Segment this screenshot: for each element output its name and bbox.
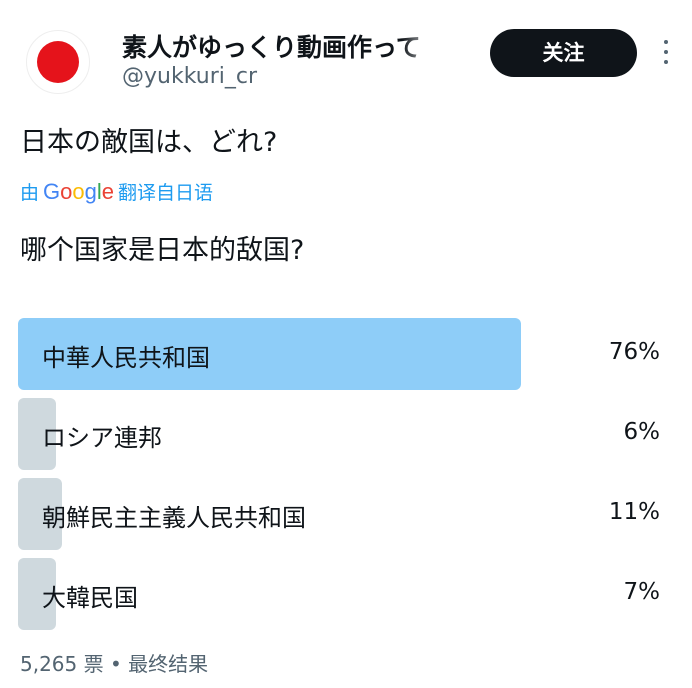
poll-option: 朝鮮民主主義人民共和国 11% [18, 478, 668, 550]
poll-option: 中華人民共和国 76% [18, 318, 668, 390]
poll-option-label: 朝鮮民主主義人民共和国 [42, 504, 306, 532]
poll-option-percent: 11% [608, 499, 660, 525]
poll-status: 最终结果 [128, 652, 209, 676]
tweet-header: 素人がゆっくり動画作って @yukkuri_cr 关注 [0, 0, 692, 110]
translation-attribution[interactable]: 由 Google 翻译自日语 [20, 178, 213, 205]
more-options-icon[interactable] [662, 40, 670, 66]
poll-option-label: 中華人民共和国 [42, 344, 210, 372]
avatar[interactable] [26, 30, 90, 94]
author-handle[interactable]: @yukkuri_cr [122, 64, 257, 89]
poll: 中華人民共和国 76% ロシア連邦 6% 朝鮮民主主義人民共和国 11% 大韓民… [18, 318, 668, 638]
poll-option-label: 大韓民国 [42, 584, 138, 612]
poll-option-percent: 6% [623, 419, 661, 445]
poll-footer: 5,265 票 • 最终结果 [20, 648, 208, 677]
japan-flag-icon [37, 41, 79, 83]
poll-separator: • [109, 652, 122, 676]
poll-option-label: ロシア連邦 [42, 424, 162, 452]
poll-option-percent: 76% [608, 339, 660, 365]
follow-button[interactable]: 关注 [490, 29, 637, 77]
poll-option: ロシア連邦 6% [18, 398, 668, 470]
translate-prefix: 由 [20, 182, 40, 204]
tweet-text: 日本の敵国は、どれ? [20, 127, 278, 158]
translated-text: 哪个国家是日本的敌国? [20, 235, 305, 266]
author-display-name[interactable]: 素人がゆっくり動画作って [122, 28, 440, 64]
translate-suffix: 翻译自日语 [118, 182, 214, 204]
poll-option: 大韓民国 7% [18, 558, 668, 630]
poll-option-percent: 7% [623, 579, 661, 605]
poll-vote-count: 5,265 票 [20, 652, 104, 676]
google-logo: Google [43, 179, 115, 204]
